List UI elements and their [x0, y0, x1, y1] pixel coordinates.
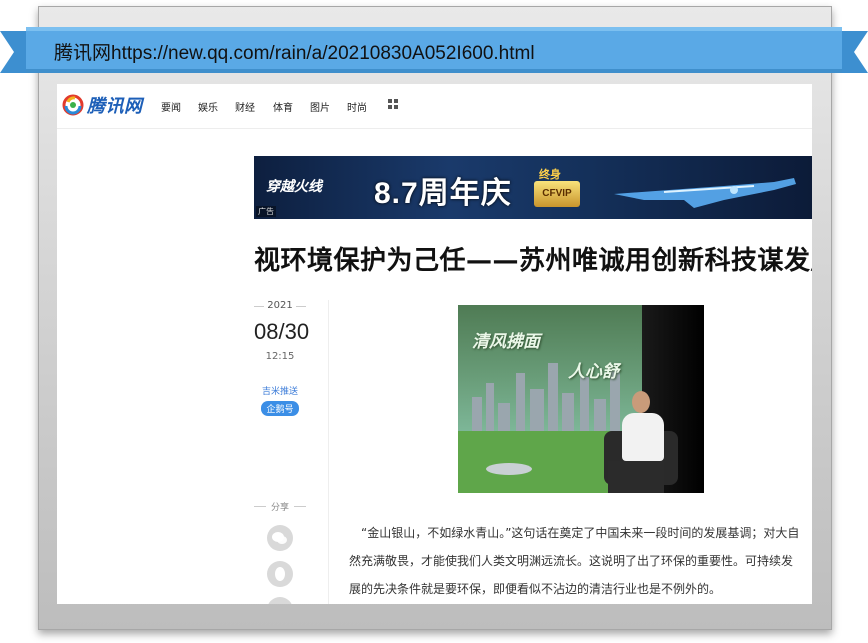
nav-item-sports[interactable]: 体育 [273, 99, 293, 114]
nav-item-photos[interactable]: 图片 [310, 99, 330, 114]
nav-item-finance[interactable]: 财经 [235, 99, 255, 114]
banner-vip-badge: CFVIP [534, 181, 580, 207]
banner-brand: 穿越火线 [266, 178, 322, 194]
banner-lifelong: 终身 [539, 168, 561, 181]
qzone-icon[interactable] [267, 597, 293, 604]
page-url: 腾讯网https://new.qq.com/rain/a/20210830A05… [54, 43, 535, 64]
source-badge[interactable]: 企鹅号 [261, 401, 299, 416]
nav-item-entertainment[interactable]: 娱乐 [198, 99, 218, 114]
article-title: 视环境保护为己任——苏州唯诚用创新科技谋发展 [254, 246, 812, 276]
banner-anniversary: 8.7周年庆 [374, 177, 512, 210]
image-caption-line1: 清风拂面 [472, 332, 540, 352]
qq-icon[interactable] [267, 561, 293, 587]
article-paragraph: “金山银山，不如绿水青山。”这句话在奠定了中国未来一段时间的发展基调；对大自然充… [349, 526, 800, 596]
column-divider [328, 300, 329, 604]
logo[interactable]: 腾讯网 [62, 90, 143, 120]
article-photo: 清风拂面 人心舒 [458, 305, 704, 493]
banner-ad[interactable]: 穿越火线 8.7周年庆 终身 CFVIP 广告 [254, 156, 812, 219]
grid-icon[interactable] [388, 99, 398, 109]
article-date: 08/30 [254, 319, 310, 344]
nav-item-fashion[interactable]: 时尚 [347, 99, 367, 114]
top-nav: 腾讯网 要闻 娱乐 财经 体育 图片 时尚 [57, 84, 812, 129]
wechat-icon[interactable] [267, 525, 293, 551]
article-source[interactable]: 吉米推送 [254, 384, 306, 397]
article-time: 12:15 [265, 351, 295, 362]
weapon-illustration [614, 178, 796, 208]
ad-label: 广告 [256, 206, 276, 217]
logo-text: 腾讯网 [87, 96, 143, 116]
browser-viewport: 腾讯网 要闻 娱乐 财经 体育 图片 时尚 穿越火线 8.7周年庆 终身 CFV… [57, 84, 812, 604]
image-caption-line2: 人心舒 [568, 362, 619, 382]
article-meta: 2021 08/30 12:15 吉米推送 企鹅号 [254, 300, 310, 416]
qq-logo-icon [62, 94, 84, 116]
share-label: 分享 [254, 500, 306, 513]
article-year: 2021 [254, 300, 306, 311]
nav-item-news[interactable]: 要闻 [161, 99, 181, 114]
